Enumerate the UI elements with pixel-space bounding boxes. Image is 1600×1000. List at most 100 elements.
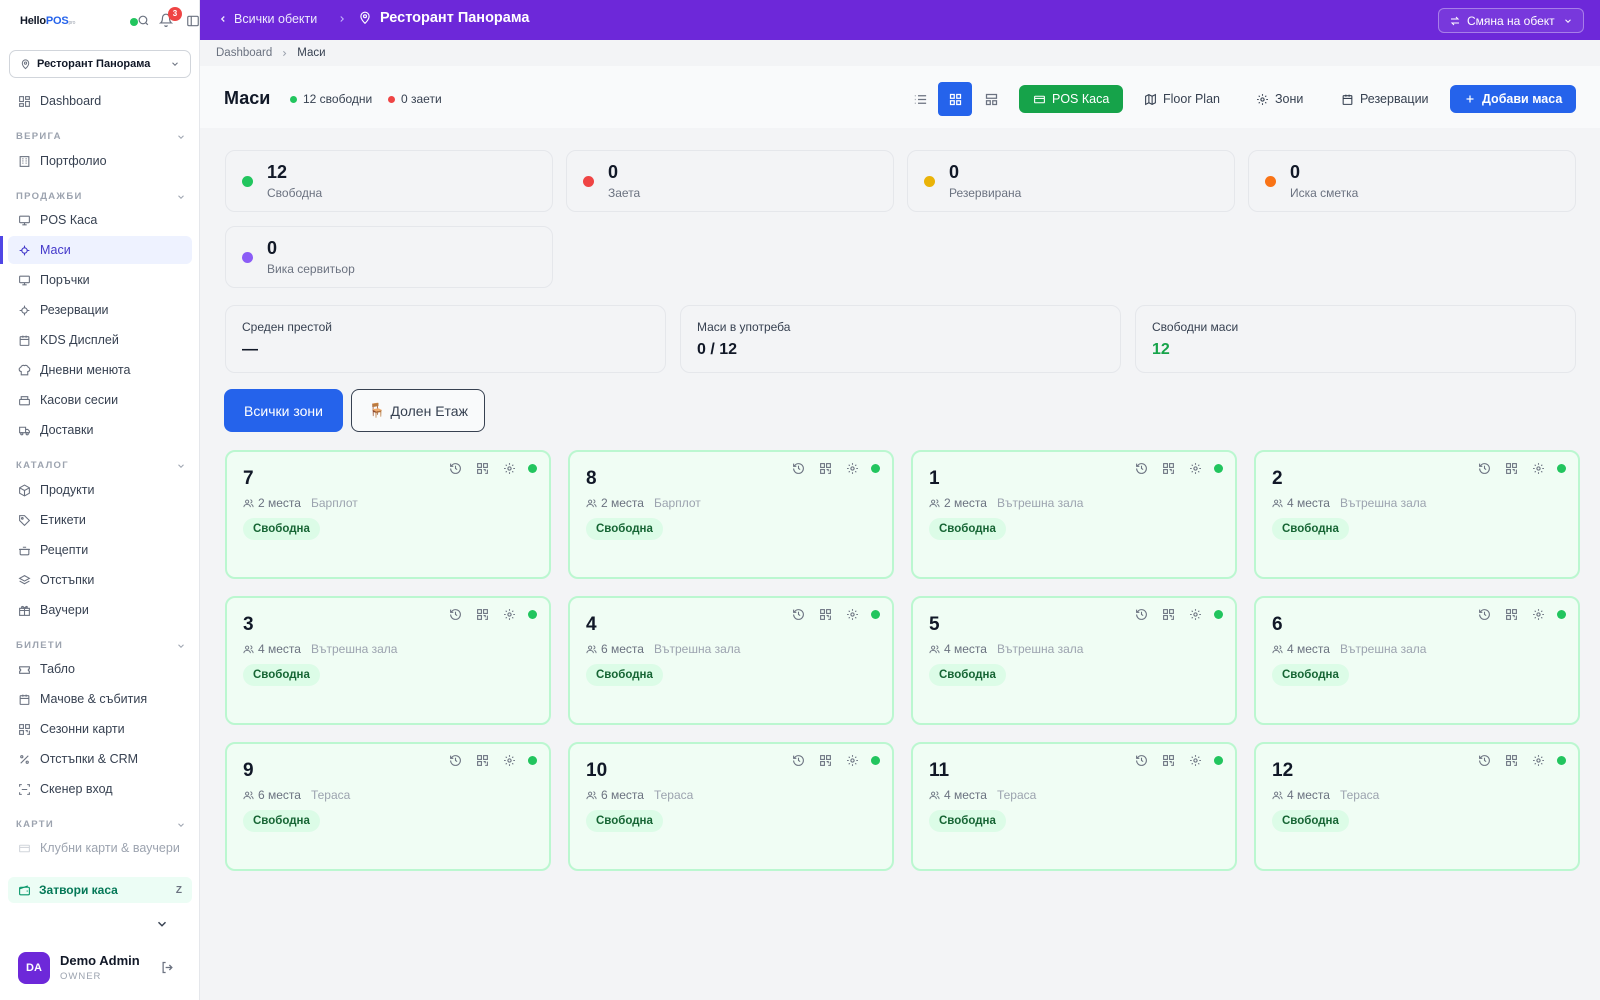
- sidebar-item-portfolio[interactable]: Портфолио: [8, 147, 192, 175]
- history-icon[interactable]: [1135, 754, 1148, 767]
- qr-code-icon[interactable]: [1162, 754, 1175, 767]
- section-cards[interactable]: КАРТИ: [16, 819, 186, 830]
- chevron-down-icon[interactable]: [155, 917, 169, 931]
- layout-view-button[interactable]: [974, 82, 1008, 116]
- qr-code-icon[interactable]: [1505, 608, 1518, 621]
- table-card[interactable]: 6 4 места Вътрешна зала Свободна: [1254, 596, 1580, 725]
- sidebar-item-daily-menus[interactable]: Дневни менюта: [8, 356, 192, 384]
- qr-code-icon[interactable]: [476, 462, 489, 475]
- floor-plan-button[interactable]: Floor Plan: [1136, 85, 1228, 113]
- gear-icon[interactable]: [503, 462, 516, 475]
- summary-card-bill-requested[interactable]: 0 Иска сметка: [1248, 150, 1576, 212]
- breadcrumb-dashboard[interactable]: Dashboard: [216, 47, 272, 59]
- section-sales[interactable]: ПРОДАЖБИ: [16, 191, 186, 202]
- history-icon[interactable]: [792, 608, 805, 621]
- close-cash-button[interactable]: Затвори каса Z: [8, 877, 192, 903]
- venue-selector[interactable]: Ресторант Панорама: [9, 50, 191, 78]
- table-card[interactable]: 8 2 места Барплот Свободна: [568, 450, 894, 579]
- sidebar-item-deliveries[interactable]: Доставки: [8, 416, 192, 444]
- qr-code-icon[interactable]: [1505, 754, 1518, 767]
- logo[interactable]: HelloPOSpro: [20, 15, 75, 27]
- table-card[interactable]: 5 4 места Вътрешна зала Свободна: [911, 596, 1237, 725]
- gear-icon[interactable]: [1189, 462, 1202, 475]
- gear-icon[interactable]: [846, 462, 859, 475]
- add-table-button[interactable]: Добави маса: [1450, 85, 1577, 113]
- sidebar-item-pos[interactable]: POS Каса: [8, 206, 192, 234]
- sidebar-item-cash-sessions[interactable]: Касови сесии: [8, 386, 192, 414]
- history-icon[interactable]: [1478, 608, 1491, 621]
- table-card[interactable]: 11 4 места Тераса Свободна: [911, 742, 1237, 871]
- history-icon[interactable]: [1135, 608, 1148, 621]
- sidebar-item-orders[interactable]: Поръчки: [8, 266, 192, 294]
- sidebar-item-products[interactable]: Продукти: [8, 476, 192, 504]
- grid-view-button[interactable]: [938, 82, 972, 116]
- qr-code-icon[interactable]: [1162, 608, 1175, 621]
- gear-icon[interactable]: [1189, 608, 1202, 621]
- history-icon[interactable]: [792, 462, 805, 475]
- sidebar-item-recipes[interactable]: Рецепти: [8, 536, 192, 564]
- gear-icon[interactable]: [1532, 462, 1545, 475]
- summary-card-calling-waiter[interactable]: 0 Вика сервитьор: [225, 226, 553, 288]
- table-card[interactable]: 7 2 места Барплот Свободна: [225, 450, 551, 579]
- gear-icon[interactable]: [1532, 608, 1545, 621]
- history-icon[interactable]: [1135, 462, 1148, 475]
- table-card[interactable]: 12 4 места Тераса Свободна: [1254, 742, 1580, 871]
- table-card[interactable]: 4 6 места Вътрешна зала Свободна: [568, 596, 894, 725]
- sidebar-item-labels[interactable]: Етикети: [8, 506, 192, 534]
- collapse-sidebar-icon[interactable]: [186, 14, 200, 28]
- history-icon[interactable]: [449, 462, 462, 475]
- table-card[interactable]: 1 2 места Вътрешна зала Свободна: [911, 450, 1237, 579]
- sidebar-item-discounts-crm[interactable]: Отстъпки & CRM: [8, 745, 192, 773]
- sidebar-item-kds[interactable]: KDS Дисплей: [8, 326, 192, 354]
- gear-icon[interactable]: [503, 608, 516, 621]
- sidebar-item-reservations[interactable]: Резервации: [8, 296, 192, 324]
- history-icon[interactable]: [1478, 462, 1491, 475]
- sidebar-item-club-cards[interactable]: Клубни карти & ваучери: [8, 834, 192, 862]
- history-icon[interactable]: [1478, 754, 1491, 767]
- qr-code-icon[interactable]: [1505, 462, 1518, 475]
- avatar[interactable]: DA: [18, 952, 50, 984]
- qr-code-icon[interactable]: [1162, 462, 1175, 475]
- pos-button[interactable]: POS Каса: [1019, 85, 1124, 113]
- qr-code-icon[interactable]: [476, 608, 489, 621]
- table-card[interactable]: 2 4 места Вътрешна зала Свободна: [1254, 450, 1580, 579]
- summary-card-occupied[interactable]: 0 Заета: [566, 150, 894, 212]
- history-icon[interactable]: [449, 754, 462, 767]
- sidebar-item-matches[interactable]: Мачове & събития: [8, 685, 192, 713]
- history-icon[interactable]: [792, 754, 805, 767]
- qr-code-icon[interactable]: [819, 462, 832, 475]
- summary-card-reserved[interactable]: 0 Резервирана: [907, 150, 1235, 212]
- back-to-all-venues-link[interactable]: Всички обекти: [218, 12, 317, 26]
- history-icon[interactable]: [449, 608, 462, 621]
- table-card[interactable]: 3 4 места Вътрешна зала Свободна: [225, 596, 551, 725]
- sidebar-item-scanner[interactable]: Скенер вход: [8, 775, 192, 803]
- sidebar-item-board[interactable]: Табло: [8, 655, 192, 683]
- gear-icon[interactable]: [503, 754, 516, 767]
- gear-icon[interactable]: [846, 754, 859, 767]
- section-tickets[interactable]: БИЛЕТИ: [16, 640, 186, 651]
- sidebar-item-vouchers[interactable]: Ваучери: [8, 596, 192, 624]
- zone-tab-all[interactable]: Всички зони: [224, 389, 343, 432]
- logout-icon[interactable]: [160, 960, 175, 975]
- zones-button[interactable]: Зони: [1248, 85, 1311, 113]
- search-icon[interactable]: [137, 14, 150, 27]
- table-card[interactable]: 10 6 места Тераса Свободна: [568, 742, 894, 871]
- section-chain[interactable]: ВЕРИГА: [16, 131, 186, 142]
- section-catalog[interactable]: КАТАЛОГ: [16, 460, 186, 471]
- summary-card-free[interactable]: 12 Свободна: [225, 150, 553, 212]
- zone-tab-ground-floor[interactable]: 🪑 Долен Етаж: [351, 389, 485, 432]
- gear-icon[interactable]: [1189, 754, 1202, 767]
- sidebar-item-dashboard[interactable]: Dashboard: [8, 87, 192, 115]
- reservations-button[interactable]: Резервации: [1333, 85, 1437, 113]
- qr-code-icon[interactable]: [819, 608, 832, 621]
- gear-icon[interactable]: [846, 608, 859, 621]
- sidebar-item-tables[interactable]: Маси: [8, 236, 192, 264]
- sidebar-item-discounts[interactable]: Отстъпки: [8, 566, 192, 594]
- change-venue-button[interactable]: Смяна на обект: [1438, 8, 1584, 33]
- qr-code-icon[interactable]: [476, 754, 489, 767]
- table-card[interactable]: 9 6 места Тераса Свободна: [225, 742, 551, 871]
- qr-code-icon[interactable]: [819, 754, 832, 767]
- sidebar-item-season-cards[interactable]: Сезонни карти: [8, 715, 192, 743]
- list-view-button[interactable]: [903, 82, 937, 116]
- gear-icon[interactable]: [1532, 754, 1545, 767]
